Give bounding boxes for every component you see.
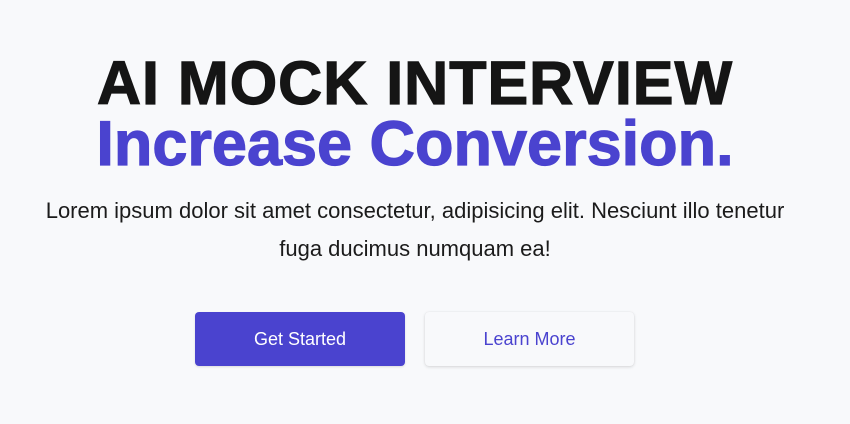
hero-description: Lorem ipsum dolor sit amet consectetur, … xyxy=(45,198,785,261)
hero-title: AI MOCK INTERVIEW xyxy=(96,49,734,117)
learn-more-button[interactable]: Learn More xyxy=(425,312,634,366)
hero-subtitle: Increase Conversion. xyxy=(96,109,734,179)
get-started-button[interactable]: Get Started xyxy=(195,312,405,366)
hero-section: AI MOCK INTERVIEW Increase Conversion. L… xyxy=(0,0,850,424)
